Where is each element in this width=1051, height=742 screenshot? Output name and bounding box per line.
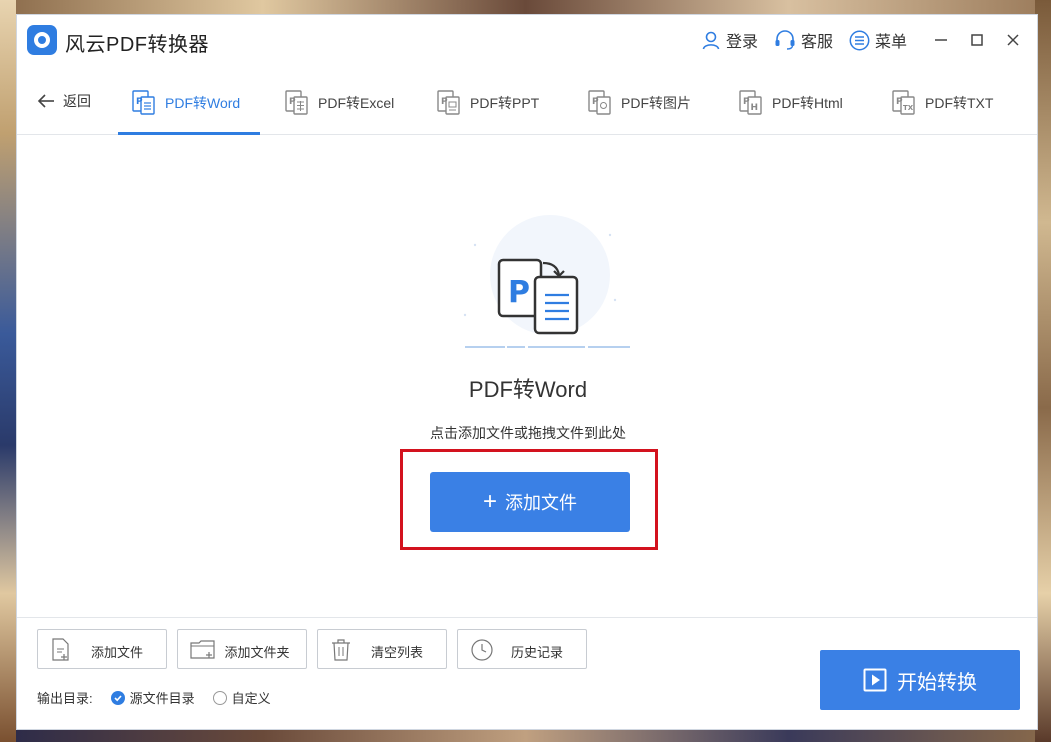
active-tab-indicator bbox=[118, 132, 260, 135]
app-title: 风云PDF转换器 bbox=[65, 34, 209, 56]
radio-custom-directory[interactable]: 自定义 bbox=[212, 688, 271, 707]
drop-zone-illustration: P bbox=[435, 205, 635, 355]
tab-label: PDF转Html bbox=[772, 95, 843, 111]
add-file-button[interactable]: 添加文件 bbox=[37, 629, 167, 669]
tab-label: PDF转Word bbox=[165, 95, 241, 111]
tab-label: PDF转Excel bbox=[318, 95, 395, 111]
title-bar[interactable]: 风云PDF转换器 登录 客服 菜单 bbox=[17, 15, 1037, 65]
login-button[interactable]: 登录 bbox=[701, 28, 758, 52]
back-button[interactable]: 返回 bbox=[37, 91, 91, 111]
app-window: 风云PDF转换器 登录 客服 菜单 返回 P PDF转Word P PDF转Ex… bbox=[16, 14, 1038, 730]
tab-pdf-to-txt[interactable]: P TX PDF转TXT bbox=[892, 71, 993, 135]
svg-text:TX: TX bbox=[903, 104, 914, 112]
title-bar-actions: 登录 客服 菜单 bbox=[701, 15, 1037, 65]
close-button[interactable] bbox=[995, 15, 1031, 65]
history-button[interactable]: 历史记录 bbox=[457, 629, 587, 669]
tab-pdf-to-excel[interactable]: P PDF转Excel bbox=[285, 71, 394, 135]
radio-source-directory-label: 源文件目录 bbox=[129, 691, 195, 706]
radio-unchecked-icon bbox=[212, 690, 227, 705]
clear-list-label: 清空列表 bbox=[370, 645, 423, 660]
svg-text:P: P bbox=[441, 97, 448, 107]
radio-checked-icon bbox=[110, 690, 125, 705]
maximize-button[interactable] bbox=[959, 15, 995, 65]
headset-icon bbox=[775, 30, 795, 50]
svg-text:P: P bbox=[136, 97, 143, 107]
output-directory-label: 输出目录: bbox=[37, 691, 93, 706]
minimize-button[interactable] bbox=[923, 15, 959, 65]
menu-button[interactable]: 菜单 bbox=[849, 28, 907, 52]
drop-zone-hint: 点击添加文件或拖拽文件到此处 bbox=[430, 425, 626, 441]
menu-label: 菜单 bbox=[874, 34, 907, 51]
history-label: 历史记录 bbox=[510, 645, 563, 660]
back-label: 返回 bbox=[63, 93, 91, 109]
illustration-letter: P bbox=[508, 275, 530, 310]
add-file-label: 添加文件 bbox=[90, 645, 143, 660]
arrow-left-icon bbox=[37, 94, 54, 108]
customer-service-label: 客服 bbox=[800, 34, 833, 51]
clear-list-button[interactable]: 清空列表 bbox=[317, 629, 447, 669]
add-folder-button[interactable]: 添加文件夹 bbox=[177, 629, 307, 669]
svg-text:P: P bbox=[592, 97, 599, 107]
bottom-divider bbox=[17, 617, 1037, 618]
desktop-background-bottom bbox=[0, 728, 1051, 742]
tab-label: PDF转TXT bbox=[925, 95, 994, 111]
tab-pdf-to-image[interactable]: P PDF转图片 bbox=[588, 71, 691, 135]
app-logo-icon bbox=[27, 25, 57, 55]
add-file-main-label: 添加文件 bbox=[505, 493, 577, 513]
radio-source-directory[interactable]: 源文件目录 bbox=[110, 688, 195, 707]
drop-zone-title: PDF转Word bbox=[468, 377, 588, 402]
tab-pdf-to-ppt[interactable]: P PDF转PPT bbox=[437, 71, 539, 135]
svg-text:P: P bbox=[896, 97, 903, 107]
customer-service-button[interactable]: 客服 bbox=[774, 28, 833, 52]
start-convert-button[interactable]: 开始转换 bbox=[820, 650, 1020, 710]
minimize-icon bbox=[935, 39, 947, 41]
pdf-word-icon: P bbox=[132, 90, 155, 115]
output-directory: 输出目录: 源文件目录 自定义 bbox=[37, 688, 271, 707]
pdf-txt-icon: P TX bbox=[892, 90, 915, 115]
login-label: 登录 bbox=[725, 34, 758, 51]
desktop-background-top bbox=[0, 0, 1051, 14]
tab-pdf-to-word[interactable]: P PDF转Word bbox=[132, 71, 240, 135]
close-icon bbox=[1007, 34, 1019, 46]
conversion-nav: 返回 P PDF转Word P PDF转Excel P PDF转PPT P PD… bbox=[17, 71, 1037, 135]
svg-text:P: P bbox=[289, 97, 296, 107]
tab-label: PDF转图片 bbox=[621, 95, 691, 111]
svg-text:P: P bbox=[743, 97, 750, 107]
tab-pdf-to-html[interactable]: P H PDF转Html bbox=[739, 71, 843, 135]
pdf-image-icon: P bbox=[588, 90, 611, 115]
radio-custom-directory-label: 自定义 bbox=[231, 691, 271, 706]
add-folder-label: 添加文件夹 bbox=[224, 645, 290, 660]
pdf-ppt-icon: P bbox=[437, 90, 460, 115]
pdf-html-icon: P H bbox=[739, 90, 762, 115]
svg-text:H: H bbox=[751, 103, 759, 113]
desktop-background-left bbox=[0, 0, 16, 742]
play-icon bbox=[863, 668, 887, 692]
plus-icon: + bbox=[482, 488, 497, 515]
user-icon bbox=[702, 31, 720, 50]
add-file-main-button[interactable]: + 添加文件 bbox=[430, 472, 630, 532]
pdf-excel-icon: P bbox=[285, 90, 308, 115]
tab-label: PDF转PPT bbox=[470, 95, 540, 111]
maximize-icon bbox=[971, 34, 983, 46]
start-convert-label: 开始转换 bbox=[897, 671, 977, 694]
list-menu-icon bbox=[849, 30, 870, 50]
